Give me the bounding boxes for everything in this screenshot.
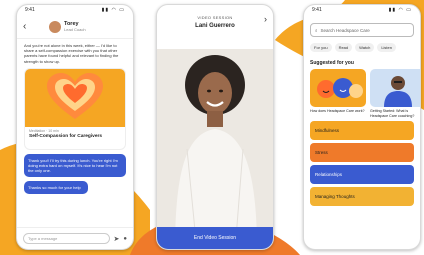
send-icon[interactable]: ➤ — [114, 235, 120, 243]
user-message: Thanks so much for your help — [24, 180, 88, 194]
coach-video-image — [157, 49, 273, 249]
search-icon: ⌕ — [315, 27, 318, 33]
filter-chips: For you Read Watch Listen — [304, 37, 420, 52]
tile-image — [370, 69, 420, 107]
category-label: Mindfulness — [315, 128, 340, 133]
chevron-right-icon[interactable]: › — [264, 14, 267, 24]
coach-name: Lani Guerrero — [195, 23, 235, 29]
video-header: VIDEO SESSION Lani Guerrero › — [157, 5, 273, 49]
search-placeholder: Search Headspace Care — [320, 27, 370, 33]
message-input[interactable]: Type a message — [23, 233, 110, 244]
section-title: Suggested for you — [310, 60, 354, 66]
category-managing-thoughts[interactable]: Managing Thoughts — [310, 187, 414, 206]
chip-listen[interactable]: Listen — [377, 43, 396, 52]
video-session-screen: VIDEO SESSION Lani Guerrero › End Video … — [156, 4, 274, 250]
status-icons: ▮▮ ◠ ▭ — [101, 7, 125, 13]
avatar — [49, 20, 61, 33]
heart-icon — [47, 72, 103, 119]
chip-read[interactable]: Read — [334, 43, 353, 52]
suggested-tiles: How does Headspace Care work? Getting St… — [304, 69, 420, 118]
card-title: Self-Compassion for Caregivers — [29, 133, 103, 139]
coach-role: Lead Coach — [64, 27, 86, 32]
microphone-icon[interactable]: ● — [123, 236, 127, 242]
end-video-session-button[interactable]: End Video Session — [157, 227, 273, 249]
chip-for-you[interactable]: For you — [310, 43, 332, 52]
heart-illustration — [25, 68, 125, 127]
status-icons: ▮▮ ◠ ▭ — [388, 7, 412, 13]
faces-illustration — [317, 78, 363, 98]
tile-caption: How does Headspace Care work? — [310, 109, 365, 113]
message-input-bar: Type a message ➤ ● — [17, 227, 133, 249]
status-time: 9:41 — [312, 7, 322, 13]
video-feed — [157, 49, 273, 249]
tile-image — [310, 69, 366, 107]
session-label: VIDEO SESSION — [197, 15, 233, 20]
tile-how-it-works[interactable]: How does Headspace Care work? — [310, 69, 366, 118]
chat-header: ‹ Torey Lead Coach — [17, 15, 133, 39]
browse-screen: 9:41 ▮▮ ◠ ▭ ⌕ Search Headspace Care For … — [303, 4, 421, 250]
person-illustration — [384, 76, 412, 107]
chip-watch[interactable]: Watch — [355, 43, 375, 52]
tile-getting-started[interactable]: Getting Started: What is Headspace Care … — [370, 69, 420, 118]
chat-screen: 9:41 ▮▮ ◠ ▭ ‹ Torey Lead Coach And you'r… — [16, 4, 134, 250]
coach-info[interactable]: Torey Lead Coach — [49, 20, 86, 33]
tile-caption: Getting Started: What is Headspace Care … — [370, 109, 415, 118]
category-relationships[interactable]: Relationships — [310, 165, 414, 184]
user-message: Thank you!! I'll try this during lunch. … — [24, 153, 126, 177]
status-bar: 9:41 ▮▮ ◠ ▭ — [17, 5, 133, 15]
category-label: Relationships — [315, 172, 343, 177]
back-arrow-icon[interactable]: ‹ — [23, 21, 37, 32]
category-label: Managing Thoughts — [315, 194, 355, 199]
category-mindfulness[interactable]: Mindfulness — [310, 121, 414, 140]
status-time: 9:41 — [25, 7, 35, 13]
category-label: Stress — [315, 150, 328, 155]
meditation-card[interactable]: Meditation · 10 min Self-Compassion for … — [24, 67, 126, 150]
category-stress[interactable]: Stress — [310, 143, 414, 162]
coach-message: And you're not alone in this week, eithe… — [24, 43, 119, 64]
status-bar: 9:41 ▮▮ ◠ ▭ — [304, 5, 420, 15]
search-input[interactable]: ⌕ Search Headspace Care — [310, 23, 414, 37]
